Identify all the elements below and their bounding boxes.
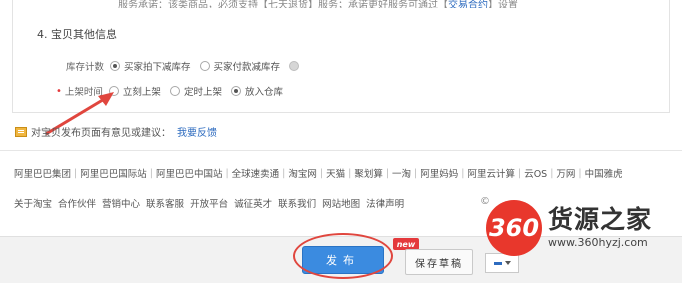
- footer-link[interactable]: 中国雅虎: [585, 166, 623, 180]
- radio-icon[interactable]: [169, 86, 180, 96]
- watermark: 360 货源之家 www.360hyzj.com: [486, 196, 682, 262]
- footer-link[interactable]: 全球速卖通: [232, 166, 280, 180]
- watermark-url: www.360hyzj.com: [548, 236, 648, 249]
- listing-time-row: • 上架时间 立刻上架 定时上架 放入仓库: [56, 84, 292, 99]
- footer-link[interactable]: 诚征英才: [234, 196, 272, 210]
- footer-link[interactable]: 阿里巴巴国际站: [80, 166, 147, 180]
- footer-link[interactable]: 合作伙伴: [58, 196, 96, 210]
- listing-option-label: 定时上架: [183, 87, 222, 98]
- watermark-logo: 360: [486, 200, 542, 256]
- footer-link[interactable]: 法律声明: [366, 196, 404, 210]
- footer-link[interactable]: 开放平台: [190, 196, 228, 210]
- footer-divider: [0, 150, 682, 151]
- annotation-circle: [293, 233, 393, 279]
- inventory-option-label: 买家拍下减库存: [124, 62, 191, 73]
- watermark-title: 货源之家: [548, 205, 653, 234]
- listing-option-scheduled[interactable]: 定时上架: [169, 84, 222, 98]
- footer-link[interactable]: 一淘: [392, 166, 411, 180]
- listing-option-label: 放入仓库: [244, 87, 283, 98]
- footer-link[interactable]: 阿里云计算: [467, 166, 515, 180]
- footer-link[interactable]: 关于淘宝: [14, 196, 52, 210]
- footer-links-row: 阿里巴巴集团 | 阿里巴巴国际站 | 阿里巴巴中国站 | 全球速卖通 | 淘宝网 | 天猫…: [14, 166, 623, 181]
- disabled-radio-icon: [289, 61, 300, 71]
- feedback-link[interactable]: 我要反馈: [177, 124, 217, 139]
- radio-icon[interactable]: [199, 61, 210, 71]
- listing-option-immediate[interactable]: 立刻上架: [108, 84, 161, 98]
- feedback-line: 对宝贝发布页面有意见或建议： 我要反馈: [15, 124, 217, 139]
- radio-icon[interactable]: [110, 61, 121, 71]
- inventory-option-on-order[interactable]: 买家拍下减库存: [110, 59, 191, 73]
- save-draft-button[interactable]: 保存草稿: [405, 249, 473, 275]
- inventory-option-label: 买家付款减库存: [213, 62, 281, 73]
- listing-option-warehouse[interactable]: 放入仓库: [230, 84, 283, 98]
- footer-links-row-2: 关于淘宝 合作伙伴 营销中心 联系客服 开放平台 诚征英才 联系我们 网站地图 …: [14, 196, 410, 210]
- footer-link[interactable]: 阿里巴巴集团: [14, 166, 71, 180]
- inventory-row: 库存计数 买家拍下减库存 买家付款减库存: [66, 59, 303, 73]
- footer-link[interactable]: 天猫: [326, 166, 345, 180]
- footer-link[interactable]: 云OS: [524, 166, 547, 180]
- footer-link[interactable]: 阿里巴巴中国站: [156, 166, 223, 180]
- footer-link[interactable]: 阿里妈妈: [420, 166, 458, 180]
- footer-link[interactable]: 淘宝网: [288, 166, 317, 180]
- radio-icon[interactable]: [108, 86, 119, 96]
- footer-link[interactable]: 万网: [556, 166, 575, 180]
- footer-link[interactable]: 聚划算: [354, 166, 383, 180]
- section-title: 4. 宝贝其他信息: [37, 28, 117, 41]
- listing-time-label: 上架时间: [64, 87, 103, 98]
- feedback-icon: [15, 126, 27, 137]
- inventory-label: 库存计数: [66, 62, 105, 73]
- footer-link[interactable]: 联系客服: [146, 196, 184, 210]
- footer-link[interactable]: 网站地图: [322, 196, 360, 210]
- feedback-text: 对宝贝发布页面有意见或建议：: [31, 128, 171, 139]
- required-marker: •: [56, 85, 62, 97]
- listing-option-label: 立刻上架: [122, 87, 161, 98]
- footer-link[interactable]: 营销中心: [102, 196, 140, 210]
- inventory-option-on-payment[interactable]: 买家付款减库存: [199, 59, 281, 73]
- footer-link[interactable]: 联系我们: [278, 196, 316, 210]
- radio-icon[interactable]: [230, 86, 241, 96]
